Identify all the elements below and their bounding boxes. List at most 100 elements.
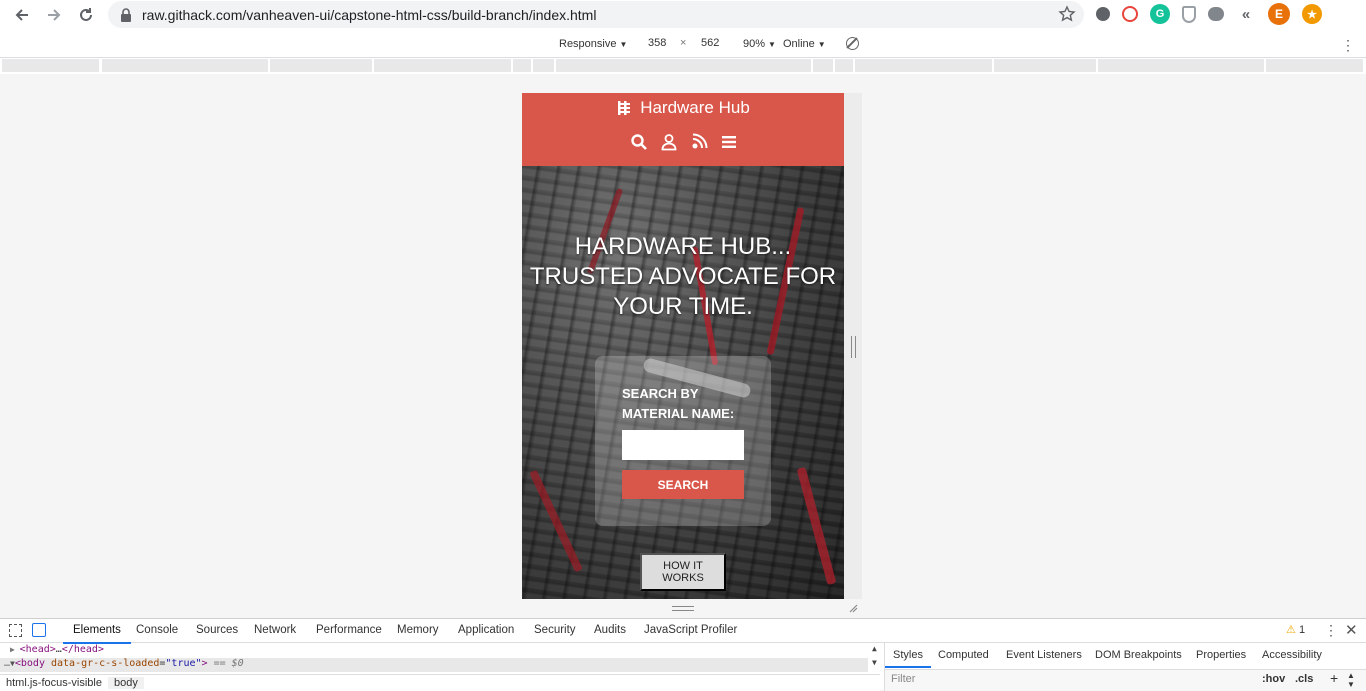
rotate-icon[interactable] (846, 37, 859, 50)
podcast-icon[interactable] (690, 133, 708, 151)
body-close-bracket: > (201, 658, 208, 669)
new-rule-icon[interactable]: + (1330, 670, 1338, 686)
browser-toolbar: raw.githack.com/vanheaven-ui/capstone-ht… (0, 0, 1366, 30)
body-attr-name: data-gr-c-s-loaded (51, 658, 160, 669)
breadcrumb-html[interactable]: html.js-focus-visible (6, 677, 102, 689)
breadcrumb-body[interactable]: body (108, 677, 144, 689)
profile-avatar[interactable]: E (1268, 3, 1290, 25)
zoom-select[interactable]: 90% ▼ (743, 38, 776, 50)
hero-title: HARDWARE HUB... TRUSTED ADVOCATE FOR YOU… (529, 233, 837, 320)
tab-dom-breakpoints[interactable]: DOM Breakpoints (1095, 649, 1182, 661)
tab-memory[interactable]: Memory (397, 624, 439, 636)
search-icon[interactable] (630, 133, 648, 151)
site-brand[interactable]: Hardware Hub (522, 98, 844, 118)
media-query-segment[interactable] (835, 59, 853, 72)
site-header: Hardware Hub (522, 93, 844, 166)
user-icon[interactable] (660, 133, 678, 151)
width-input[interactable]: 358 (648, 37, 666, 49)
tab-audits[interactable]: Audits (594, 624, 626, 636)
scroll-up-icon[interactable]: ▲ (872, 644, 877, 653)
close-icon[interactable]: ✕ (1345, 621, 1358, 639)
dom-node-head[interactable]: ▶ <head>…</head> (10, 644, 104, 658)
head-close-tag: </head> (61, 644, 104, 655)
back-button[interactable] (6, 0, 38, 30)
device-mode-label: Responsive (559, 38, 617, 50)
styles-filter-input[interactable]: Filter (885, 669, 1255, 689)
media-query-segment[interactable] (855, 59, 992, 72)
zoom-label: 90% (743, 38, 766, 50)
media-query-segment[interactable] (270, 59, 372, 72)
media-query-segment[interactable] (2, 59, 99, 72)
tab-event-listeners[interactable]: Event Listeners (1006, 649, 1082, 661)
dimension-separator: × (680, 37, 687, 49)
extension-shield-icon[interactable] (1182, 5, 1196, 23)
hov-toggle[interactable]: :hov (1262, 673, 1285, 685)
styles-sidebar-toggle-icon[interactable]: ▲ ▼ (1347, 671, 1355, 689)
extension-swirl-icon[interactable] (1122, 6, 1138, 22)
media-query-segment[interactable] (513, 59, 531, 72)
tab-performance[interactable]: Performance (316, 624, 382, 636)
tab-security[interactable]: Security (534, 624, 576, 636)
media-query-segment[interactable] (1266, 59, 1363, 72)
extensions-area: G « E ★ (1096, 3, 1322, 25)
tab-elements[interactable]: Elements (63, 624, 131, 644)
devtools-tabbar: Elements Console Sources Network Perform… (0, 619, 1366, 644)
dom-node-body[interactable]: …▼<body data-gr-c-s-loaded="true"> == $0 (0, 658, 868, 672)
tab-computed[interactable]: Computed (938, 649, 989, 661)
breadcrumb: html.js-focus-visible body (0, 674, 880, 691)
tab-accessibility[interactable]: Accessibility (1262, 649, 1322, 661)
material-search-input[interactable] (622, 430, 744, 460)
extension-chat-icon[interactable] (1208, 7, 1224, 21)
bookmark-star-icon[interactable] (1058, 5, 1076, 23)
header-icon-row (630, 133, 738, 151)
warning-counter[interactable]: ⚠ 1 (1286, 623, 1305, 636)
cls-toggle[interactable]: .cls (1295, 673, 1313, 685)
extension-record-icon[interactable] (1096, 7, 1110, 21)
resize-handle-right[interactable] (851, 336, 856, 358)
arrow-left-icon (15, 9, 28, 21)
menu-icon[interactable] (720, 133, 738, 151)
device-toolbar: Responsive ▼ 358 × 562 90% ▼ Online ▼ ⋮ (0, 30, 1366, 58)
search-button[interactable]: SEARCH (622, 470, 744, 499)
media-query-segment[interactable] (374, 59, 511, 72)
devtools-panel: Elements Console Sources Network Perform… (0, 618, 1366, 691)
media-query-segment[interactable] (556, 59, 811, 72)
search-card: SEARCH BY MATERIAL NAME: SEARCH (595, 356, 771, 526)
media-query-segment[interactable] (102, 59, 268, 72)
warning-icon: ⚠ (1286, 624, 1296, 636)
how-it-works-button[interactable]: HOW IT WORKS (640, 553, 726, 591)
throttle-select[interactable]: Online ▼ (783, 38, 826, 50)
tab-application[interactable]: Application (458, 624, 514, 636)
forward-button[interactable] (38, 0, 70, 30)
resize-corner-icon[interactable] (848, 603, 858, 613)
tab-javascript-profiler[interactable]: JavaScript Profiler (644, 624, 737, 636)
tab-sources[interactable]: Sources (196, 624, 238, 636)
expand-triangle-icon[interactable]: ▶ (10, 645, 20, 654)
extension-arrows-icon[interactable]: « (1236, 4, 1256, 24)
inspect-element-icon[interactable] (9, 624, 22, 637)
media-query-segment[interactable] (994, 59, 1096, 72)
media-query-bar (0, 58, 1366, 74)
tab-properties[interactable]: Properties (1196, 649, 1246, 661)
resize-handle-bottom[interactable] (672, 606, 694, 611)
selected-marker: == $0 (213, 658, 244, 669)
tab-network[interactable]: Network (254, 624, 296, 636)
hero-section: HARDWARE HUB... TRUSTED ADVOCATE FOR YOU… (522, 166, 844, 599)
tab-styles[interactable]: Styles (885, 649, 931, 668)
scroll-down-icon[interactable]: ▼ (872, 658, 877, 667)
devtools-menu-icon[interactable]: ⋮ (1324, 622, 1338, 639)
device-mode-select[interactable]: Responsive ▼ (559, 38, 627, 50)
more-options-icon[interactable]: ⋮ (1341, 37, 1355, 54)
media-query-segment[interactable] (533, 59, 554, 72)
height-input[interactable]: 562 (701, 37, 719, 49)
address-bar[interactable]: raw.githack.com/vanheaven-ui/capstone-ht… (108, 1, 1084, 28)
reload-button[interactable] (70, 0, 102, 30)
tab-console[interactable]: Console (136, 624, 178, 636)
extension-grammarly-icon[interactable]: G (1150, 4, 1170, 24)
media-query-segment[interactable] (1098, 59, 1264, 72)
media-query-segment[interactable] (813, 59, 833, 72)
extension-star-badge-icon[interactable]: ★ (1302, 4, 1322, 24)
warning-count: 1 (1298, 624, 1306, 636)
reload-icon (80, 8, 92, 21)
device-toggle-icon[interactable] (32, 623, 46, 637)
